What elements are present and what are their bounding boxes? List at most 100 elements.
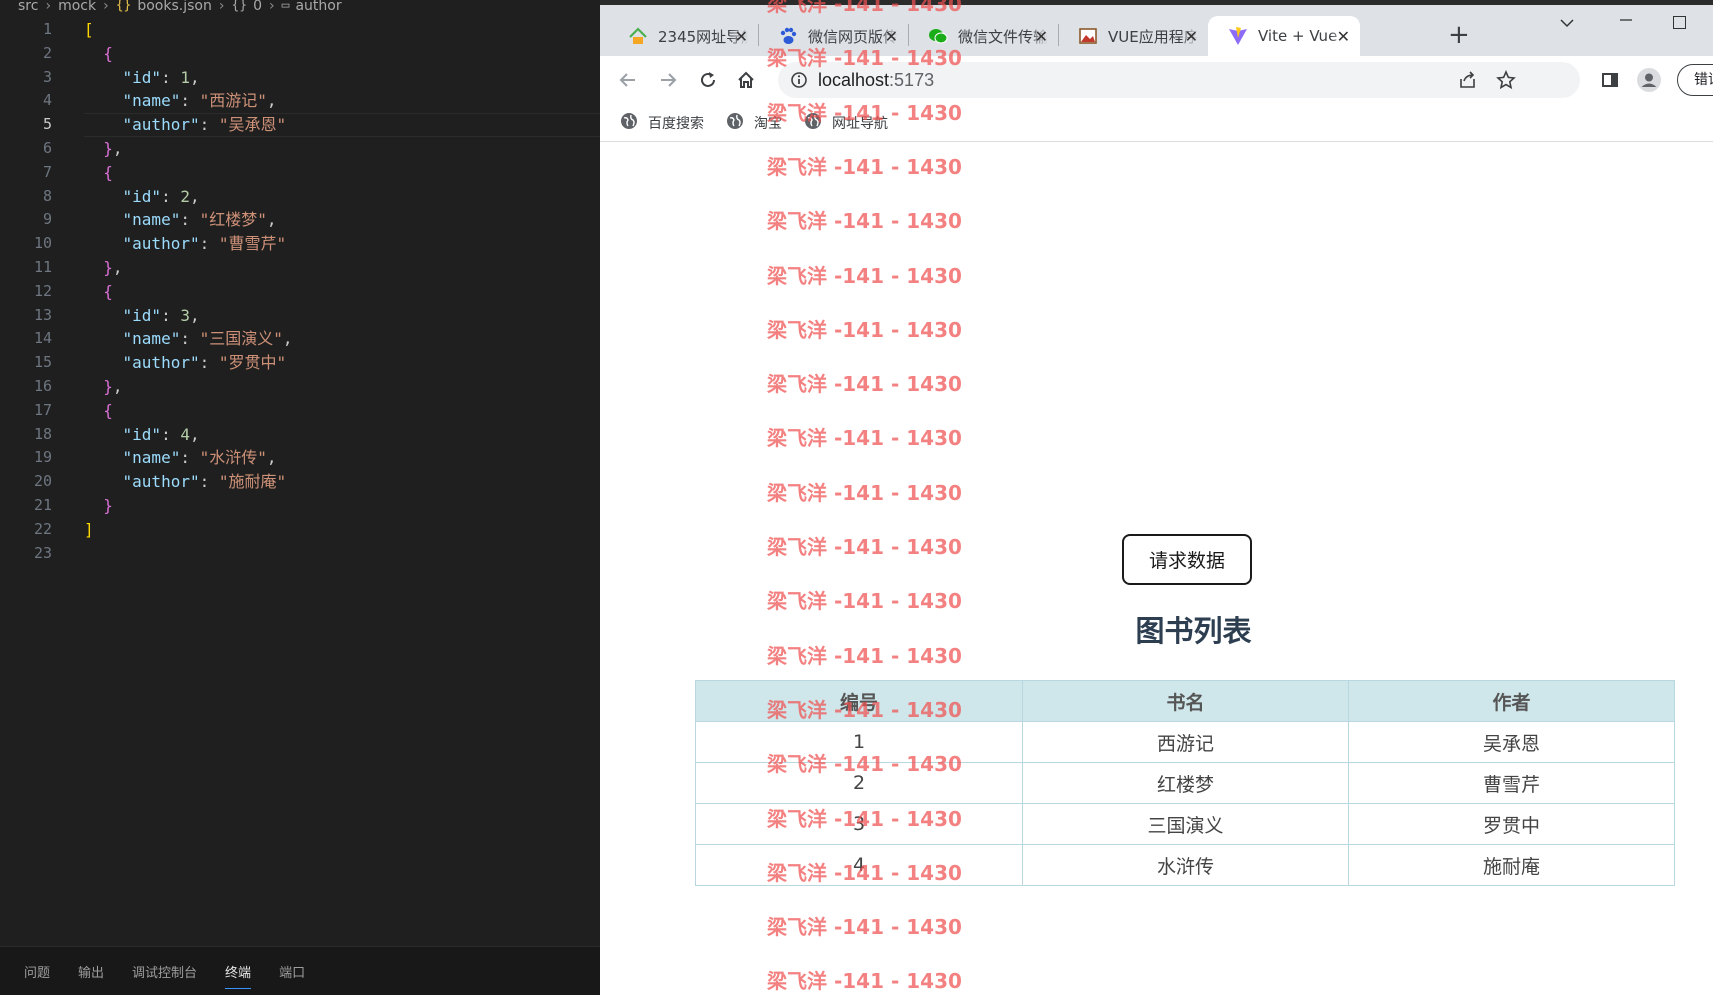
code-line[interactable]: 16 },: [0, 375, 600, 399]
browser-tab[interactable]: Vite + Vue ✕: [1208, 16, 1360, 56]
close-tab-icon[interactable]: ✕: [735, 27, 748, 46]
line-number: 6: [42, 138, 52, 157]
minimize-icon[interactable]: [1619, 12, 1633, 26]
side-panel-icon[interactable]: [1598, 68, 1622, 92]
code-line[interactable]: 21 }: [0, 494, 600, 518]
code-line[interactable]: 10 "author": "曹雪芹": [0, 232, 600, 256]
share-icon[interactable]: [1458, 71, 1478, 93]
bookmark-item[interactable]: 百度搜索: [620, 112, 704, 134]
code-line[interactable]: 1[: [0, 18, 600, 42]
close-tab-icon[interactable]: ✕: [1185, 27, 1198, 46]
maximize-icon[interactable]: [1673, 16, 1686, 29]
table-cell: 三国演义: [1022, 803, 1349, 845]
table-row: 2 红楼梦 曹雪芹: [695, 762, 1675, 804]
code-line[interactable]: 12 {: [0, 280, 600, 304]
panel-tab[interactable]: 问题: [24, 956, 50, 987]
breadcrumb-index[interactable]: 0: [253, 0, 262, 13]
code-line[interactable]: 14 "name": "三国演义",: [0, 327, 600, 351]
url-text[interactable]: localhost:5173: [818, 62, 934, 98]
browser-tab[interactable]: 2345网址导航 ✕: [608, 16, 758, 56]
table-header-cell: 编号: [695, 680, 1023, 722]
reload-icon[interactable]: [696, 68, 720, 92]
table-row: 3 三国演义 罗贯中: [695, 803, 1675, 845]
code-line[interactable]: 22]: [0, 518, 600, 542]
tab-title: Vite + Vue: [1258, 27, 1338, 45]
code-line[interactable]: 2 {: [0, 42, 600, 66]
panel-tab[interactable]: 终端: [225, 956, 252, 989]
code-line[interactable]: 3 "id": 1,: [0, 66, 600, 90]
close-tab-icon[interactable]: ✕: [1337, 27, 1350, 46]
object-icon: {}: [231, 0, 248, 13]
url-host: localhost: [818, 70, 890, 90]
tab-search-chevron-icon[interactable]: [1558, 14, 1576, 33]
close-tab-icon[interactable]: ✕: [885, 27, 898, 46]
line-number: 7: [42, 162, 52, 181]
code-line[interactable]: 13 "id": 3,: [0, 304, 600, 328]
new-tab-button[interactable]: +: [1448, 20, 1470, 50]
breadcrumb-file[interactable]: books.json: [137, 0, 212, 13]
browser-tab[interactable]: VUE应用程序 ✕: [1058, 16, 1208, 56]
panel-tab[interactable]: 输出: [78, 956, 104, 987]
wechat-icon: [928, 26, 948, 46]
bookmark-label: 网址导航: [832, 115, 888, 132]
line-source: "name": "水浒传",: [122, 448, 277, 468]
code-line[interactable]: 6 },: [0, 137, 600, 161]
code-line[interactable]: 20 "author": "施耐庵": [0, 470, 600, 494]
code-line[interactable]: 8 "id": 2,: [0, 185, 600, 209]
code-lines[interactable]: 1[2 {3 "id": 1, 4 "name": "西游记", 5 "author…: [0, 18, 600, 565]
breadcrumb-property[interactable]: author: [295, 0, 341, 13]
code-line[interactable]: 19 "name": "水浒传",: [0, 446, 600, 470]
close-tab-icon[interactable]: ✕: [1035, 27, 1048, 46]
globe-icon: [620, 112, 638, 134]
line-number: 2: [42, 43, 52, 62]
line-number: 15: [33, 353, 52, 372]
breadcrumb-src[interactable]: src: [18, 0, 38, 13]
browser-tab[interactable]: 微信文件传输助手✕: [908, 16, 1058, 56]
request-data-button[interactable]: 请求数据: [1122, 534, 1252, 585]
table-cell: 曹雪芹: [1348, 762, 1675, 804]
image-icon: [1078, 26, 1098, 46]
info-icon[interactable]: [790, 71, 808, 93]
breadcrumb-mock[interactable]: mock: [58, 0, 96, 13]
table-cell: 水浒传: [1022, 844, 1349, 886]
bookmark-star-icon[interactable]: [1496, 70, 1516, 94]
panel-tab[interactable]: 调试控制台: [132, 956, 197, 987]
code-editor[interactable]: src › mock › {} books.json › {} 0 › ▭ au…: [0, 0, 600, 995]
error-button[interactable]: 错误: [1677, 64, 1713, 96]
line-source: [: [84, 20, 94, 39]
bookmark-item[interactable]: 网址导航: [804, 112, 888, 134]
back-arrow-icon[interactable]: [616, 68, 640, 92]
window-top-edge: [600, 0, 1713, 5]
code-line[interactable]: 18 "id": 4,: [0, 423, 600, 447]
forward-arrow-icon[interactable]: [656, 68, 680, 92]
line-number: 16: [33, 376, 52, 395]
code-line[interactable]: 9 "name": "红楼梦",: [0, 208, 600, 232]
code-line[interactable]: 7 {: [0, 161, 600, 185]
table-row: 1 西游记 吴承恩: [695, 721, 1675, 763]
line-number: 5: [42, 115, 52, 134]
chevron-right-icon: ›: [45, 0, 52, 14]
line-source: "name": "西游记",: [122, 91, 277, 111]
code-line[interactable]: 11 },: [0, 256, 600, 280]
code-line[interactable]: 4 "name": "西游记",: [0, 89, 600, 113]
code-line[interactable]: 15 "author": "罗贯中": [0, 351, 600, 375]
panel-tab[interactable]: 端口: [279, 956, 305, 987]
code-line[interactable]: 23: [0, 542, 600, 566]
chevron-right-icon: ›: [103, 0, 109, 14]
browser-tab[interactable]: 微信网页版传输✕: [758, 16, 908, 56]
home-icon[interactable]: [734, 68, 758, 92]
table-cell: 3: [695, 803, 1023, 845]
profile-avatar-icon[interactable]: [1637, 68, 1661, 92]
line-number: 20: [33, 472, 52, 491]
table-cell: 4: [695, 844, 1023, 886]
tab-strip: 2345网址导航✕微信网页版传输✕微信文件传输助手✕VUE应用程序✕Vite +…: [600, 0, 1713, 56]
bookmark-item[interactable]: 淘宝: [726, 112, 782, 134]
line-number: 8: [42, 186, 52, 205]
line-number: 4: [42, 91, 52, 110]
code-line[interactable]: 17 {: [0, 399, 600, 423]
address-bar[interactable]: localhost:5173: [778, 62, 1580, 98]
code-line[interactable]: 5 "author": "吴承恩": [0, 113, 600, 137]
line-source: "author": "曹雪芹": [122, 234, 287, 254]
book-table: 编号 书名 作者 1 西游记 吴承恩 2 红楼梦 曹雪芹 3 三国演义 罗贯中 4 水浒传 施耐庵: [695, 680, 1675, 886]
line-source: "id": 1,: [122, 67, 200, 87]
